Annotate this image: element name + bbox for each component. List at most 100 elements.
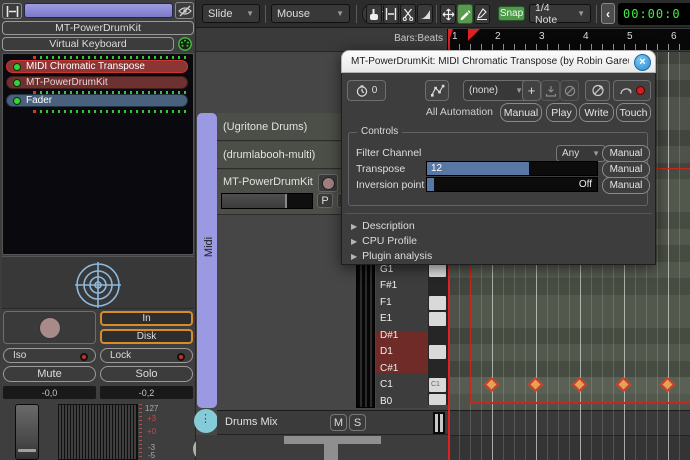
playlist-button[interactable]: P: [317, 193, 333, 208]
meter-scale-m5: -5: [148, 451, 155, 460]
automation-manual-button[interactable]: Manual: [500, 103, 542, 122]
note-label-fs1: F#1: [380, 278, 426, 294]
stretch-tool-button[interactable]: [417, 4, 433, 24]
transpose-manual-button[interactable]: Manual: [602, 161, 650, 178]
timecode-clock[interactable]: 00:00:0: [618, 3, 690, 25]
resize-handle-vertical[interactable]: [324, 444, 338, 460]
gain-display-right[interactable]: -0,2: [100, 386, 193, 399]
timer-value: 0: [372, 85, 378, 96]
virtual-keyboard-button[interactable]: Virtual Keyboard: [2, 37, 174, 51]
note-label-f1: F1: [380, 295, 426, 311]
track-mute-button[interactable]: M: [330, 414, 347, 431]
meter-scale-p0: +0: [147, 427, 156, 436]
piano-keys-column[interactable]: C1: [428, 262, 449, 405]
piano-key-f1[interactable]: [429, 296, 446, 310]
processor-active-led[interactable]: [13, 79, 21, 87]
automation-curve-button[interactable]: [425, 80, 449, 101]
add-preset-button[interactable]: +: [522, 80, 541, 101]
piano-key-e1[interactable]: [429, 312, 446, 326]
piano-key-b0[interactable]: [429, 394, 446, 405]
preset-selector[interactable]: (none)▼: [463, 80, 529, 101]
chevron-down-icon: ▼: [336, 9, 344, 18]
piano-key-d1[interactable]: [429, 345, 446, 359]
solo-isolate-button[interactable]: Iso: [3, 348, 96, 363]
loop-marker[interactable]: [468, 29, 480, 41]
monitor-disk-button[interactable]: Disk: [100, 329, 193, 344]
note-label-b0: B0: [380, 394, 426, 410]
filter-channel-manual-button[interactable]: Manual: [602, 145, 650, 162]
grid-unit-selector[interactable]: 1/4 Note▼: [529, 4, 591, 23]
save-preset-button[interactable]: [541, 80, 560, 101]
mute-button[interactable]: Mute: [3, 366, 96, 382]
move-tool-button[interactable]: [440, 4, 456, 24]
grab-tool-button[interactable]: [366, 4, 382, 24]
automation-touch-button[interactable]: Touch: [616, 103, 651, 122]
delete-preset-button[interactable]: [560, 80, 579, 101]
midi-channel-meters: [58, 404, 138, 460]
plugin-analysis-expander[interactable]: ▶ Plugin analysis: [351, 250, 432, 262]
meter-dot-red: [33, 56, 36, 59]
midi-input-button[interactable]: [177, 36, 194, 52]
edit-mode-selector[interactable]: Slide▼: [202, 4, 260, 23]
cut-tool-button[interactable]: [400, 4, 416, 24]
chevron-down-icon: ▼: [577, 9, 585, 18]
piano-key-g1[interactable]: [429, 263, 446, 277]
scroomer-scrollbar[interactable]: [356, 262, 375, 408]
strip-track-name-button[interactable]: MT-PowerDrumKit: [2, 21, 194, 35]
bar-number: 4: [583, 31, 589, 42]
dialog-titlebar[interactable]: MT-PowerDrumKit: MIDI Chromatic Transpos…: [341, 50, 656, 73]
panner-widget[interactable]: [2, 256, 194, 309]
bars-beats-ruler[interactable]: 1 2 3 4 5 6: [447, 29, 690, 50]
close-button[interactable]: ×: [634, 54, 651, 71]
content-tool-button[interactable]: [474, 4, 490, 24]
bypass-button[interactable]: [585, 80, 610, 101]
inversion-point-slider[interactable]: Off: [426, 177, 598, 192]
track-record-button[interactable]: [318, 174, 338, 192]
transpose-slider[interactable]: 12: [426, 161, 598, 176]
snap-toggle-button[interactable]: Snap: [498, 6, 525, 21]
transpose-label: Transpose: [356, 163, 405, 175]
preset-value: (none): [469, 85, 498, 96]
dialog-separator: [345, 213, 652, 214]
inversion-manual-button[interactable]: Manual: [602, 177, 650, 194]
drums-mix-color-tab[interactable]: ⋮: [194, 409, 218, 433]
track-solo-button[interactable]: S: [349, 414, 366, 431]
record-enable-button[interactable]: [3, 311, 96, 344]
solo-lock-button[interactable]: Lock: [100, 348, 193, 363]
note-label-cs1: C#1: [380, 361, 426, 377]
controls-group-title: Controls: [357, 126, 402, 137]
processor-active-led[interactable]: [13, 63, 21, 71]
processor-fader[interactable]: Fader: [6, 94, 188, 107]
nudge-back-button[interactable]: ‹: [601, 3, 615, 24]
draw-tool-button[interactable]: [457, 4, 473, 24]
strip-width-button[interactable]: [2, 3, 22, 19]
track-header-drums-mix[interactable]: Drums Mix M S: [217, 410, 450, 435]
range-tool-button[interactable]: [383, 4, 399, 24]
hide-track-button[interactable]: [175, 2, 194, 19]
filter-channel-selector[interactable]: Any▼: [556, 145, 606, 162]
processor-active-led[interactable]: [13, 97, 21, 105]
bar-number: 6: [671, 31, 677, 42]
record-circle-icon: [39, 317, 61, 339]
track-group-strip[interactable]: Midi: [197, 113, 217, 408]
timer-button[interactable]: 0: [347, 80, 386, 101]
inline-control-button[interactable]: [613, 80, 651, 101]
chevron-down-icon: ▼: [592, 149, 600, 158]
cpu-profile-expander[interactable]: ▶ CPU Profile: [351, 235, 417, 247]
solo-button[interactable]: Solo: [100, 366, 193, 382]
gain-display-left[interactable]: -0,0: [3, 386, 96, 399]
gain-fader[interactable]: [15, 404, 39, 460]
plugin-dialog[interactable]: MT-PowerDrumKit: MIDI Chromatic Transpos…: [341, 50, 656, 265]
description-expander[interactable]: ▶ Description: [351, 220, 415, 232]
track-gain-slider[interactable]: [221, 193, 313, 209]
expander-triangle-icon: ▶: [351, 222, 357, 231]
mouse-mode-selector[interactable]: Mouse▼: [271, 4, 350, 23]
automation-play-button[interactable]: Play: [546, 103, 577, 122]
monitor-input-button[interactable]: In: [100, 311, 193, 326]
resize-handle-horizontal[interactable]: [284, 436, 381, 444]
automation-write-button[interactable]: Write: [579, 103, 614, 122]
processor-mt-powerdrumkit[interactable]: MT-PowerDrumKit: [6, 76, 188, 89]
track-color-button[interactable]: [24, 3, 173, 18]
piano-key-c1[interactable]: C1: [429, 378, 446, 392]
processor-midi-chromatic-transpose[interactable]: MIDI Chromatic Transpose: [6, 60, 188, 73]
